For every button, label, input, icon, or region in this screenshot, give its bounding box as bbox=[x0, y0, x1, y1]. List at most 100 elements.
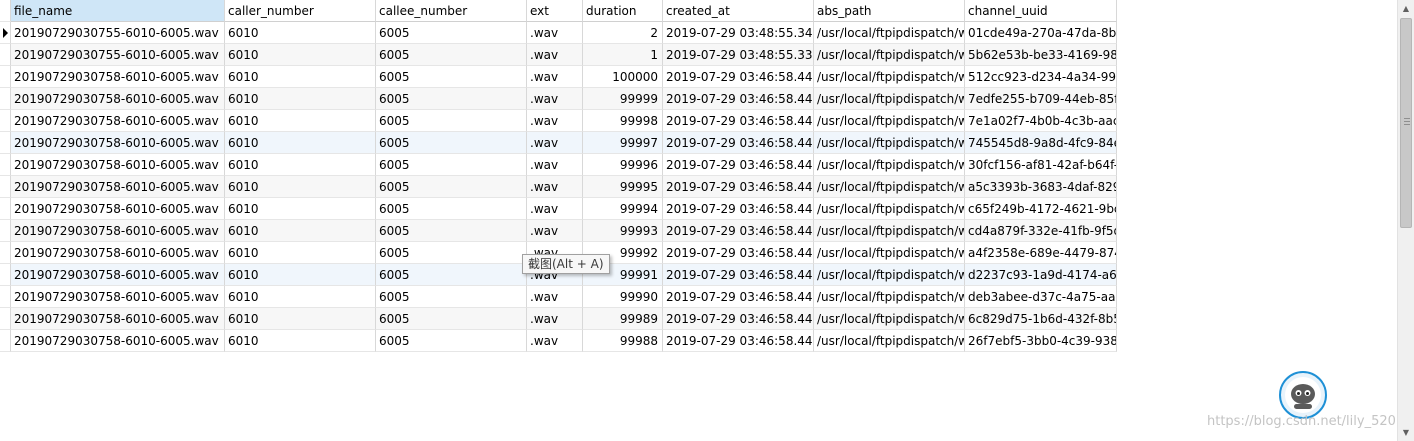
cell-abs-path[interactable]: /usr/local/ftpipdispatch/w bbox=[814, 22, 965, 44]
row-selector[interactable] bbox=[0, 88, 11, 110]
cell-duration[interactable]: 99995 bbox=[583, 176, 663, 198]
cell-duration[interactable]: 99998 bbox=[583, 110, 663, 132]
column-header-channel-uuid[interactable]: channel_uuid bbox=[965, 0, 1117, 22]
cell-callee-number[interactable]: 6005 bbox=[376, 66, 527, 88]
cell-channel-uuid[interactable]: c65f249b-4172-4621-9bc8 bbox=[965, 198, 1117, 220]
cell-created-at[interactable]: 2019-07-29 03:46:58.4489 bbox=[663, 176, 814, 198]
cell-ext[interactable]: .wav bbox=[527, 330, 583, 352]
table-row[interactable]: 20190729030758-6010-6005.wav 6010 6005 .wav… bbox=[0, 286, 1117, 308]
row-selector[interactable] bbox=[0, 220, 11, 242]
row-selector[interactable] bbox=[0, 110, 11, 132]
cell-created-at[interactable]: 2019-07-29 03:46:58.4488 bbox=[663, 198, 814, 220]
table-row[interactable]: 20190729030758-6010-6005.wav 6010 6005 .wav… bbox=[0, 110, 1117, 132]
cell-duration[interactable]: 2 bbox=[583, 22, 663, 44]
table-row[interactable]: 20190729030758-6010-6005.wav 6010 6005 .wav… bbox=[0, 330, 1117, 352]
cell-file-name[interactable]: 20190729030758-6010-6005.wav bbox=[11, 110, 225, 132]
cell-duration[interactable]: 99999 bbox=[583, 88, 663, 110]
cell-channel-uuid[interactable]: d2237c93-1a9d-4174-a64 bbox=[965, 264, 1117, 286]
cell-created-at[interactable]: 2019-07-29 03:48:55.3400 bbox=[663, 22, 814, 44]
vertical-scrollbar[interactable]: ▲ ▼ bbox=[1397, 0, 1414, 441]
cell-duration[interactable]: 1 bbox=[583, 44, 663, 66]
cell-channel-uuid[interactable]: a4f2358e-689e-4479-874c bbox=[965, 242, 1117, 264]
column-header-abs-path[interactable]: abs_path bbox=[814, 0, 965, 22]
cell-channel-uuid[interactable]: deb3abee-d37c-4a75-aaa bbox=[965, 286, 1117, 308]
cell-caller-number[interactable]: 6010 bbox=[225, 286, 376, 308]
cell-created-at[interactable]: 2019-07-29 03:46:58.4486 bbox=[663, 308, 814, 330]
cell-duration[interactable]: 100000 bbox=[583, 66, 663, 88]
column-header-caller-number[interactable]: caller_number bbox=[225, 0, 376, 22]
cell-callee-number[interactable]: 6005 bbox=[376, 330, 527, 352]
cell-ext[interactable]: .wav bbox=[527, 198, 583, 220]
cell-callee-number[interactable]: 6005 bbox=[376, 88, 527, 110]
cell-channel-uuid[interactable]: cd4a879f-332e-41fb-9f5d bbox=[965, 220, 1117, 242]
cell-callee-number[interactable]: 6005 bbox=[376, 22, 527, 44]
cell-ext[interactable]: .wav bbox=[527, 110, 583, 132]
cell-file-name[interactable]: 20190729030758-6010-6005.wav bbox=[11, 154, 225, 176]
table-row[interactable]: 20190729030758-6010-6005.wav 6010 6005 .wav… bbox=[0, 154, 1117, 176]
row-selector[interactable] bbox=[0, 44, 11, 66]
column-header-created-at[interactable]: created_at bbox=[663, 0, 814, 22]
cell-channel-uuid[interactable]: 7edfe255-b709-44eb-85f8 bbox=[965, 88, 1117, 110]
column-header-file-name[interactable]: file_name bbox=[11, 0, 225, 22]
cell-caller-number[interactable]: 6010 bbox=[225, 242, 376, 264]
cell-callee-number[interactable]: 6005 bbox=[376, 110, 527, 132]
cell-abs-path[interactable]: /usr/local/ftpipdispatch/w bbox=[814, 264, 965, 286]
cell-caller-number[interactable]: 6010 bbox=[225, 22, 376, 44]
cell-callee-number[interactable]: 6005 bbox=[376, 264, 527, 286]
cell-callee-number[interactable]: 6005 bbox=[376, 308, 527, 330]
cell-duration[interactable]: 99997 bbox=[583, 132, 663, 154]
cell-created-at[interactable]: 2019-07-29 03:46:58.4491 bbox=[663, 66, 814, 88]
table-row[interactable]: 20190729030755-6010-6005.wav 6010 6005 .wav… bbox=[0, 44, 1117, 66]
cell-file-name[interactable]: 20190729030755-6010-6005.wav bbox=[11, 22, 225, 44]
cell-duration[interactable]: 99994 bbox=[583, 198, 663, 220]
cell-file-name[interactable]: 20190729030758-6010-6005.wav bbox=[11, 198, 225, 220]
cell-abs-path[interactable]: /usr/local/ftpipdispatch/w bbox=[814, 66, 965, 88]
cell-channel-uuid[interactable]: 7e1a02f7-4b0b-4c3b-aac5 bbox=[965, 110, 1117, 132]
cell-file-name[interactable]: 20190729030758-6010-6005.wav bbox=[11, 220, 225, 242]
cell-caller-number[interactable]: 6010 bbox=[225, 132, 376, 154]
row-selector[interactable] bbox=[0, 154, 11, 176]
cell-abs-path[interactable]: /usr/local/ftpipdispatch/w bbox=[814, 88, 965, 110]
cell-file-name[interactable]: 20190729030758-6010-6005.wav bbox=[11, 330, 225, 352]
cell-callee-number[interactable]: 6005 bbox=[376, 154, 527, 176]
cell-ext[interactable]: .wav bbox=[527, 88, 583, 110]
scroll-thumb[interactable] bbox=[1400, 18, 1412, 228]
cell-created-at[interactable]: 2019-07-29 03:46:58.4490 bbox=[663, 88, 814, 110]
cell-duration[interactable]: 99989 bbox=[583, 308, 663, 330]
cell-channel-uuid[interactable]: 5b62e53b-be33-4169-983 bbox=[965, 44, 1117, 66]
cell-ext[interactable]: .wav bbox=[527, 22, 583, 44]
cell-file-name[interactable]: 20190729030758-6010-6005.wav bbox=[11, 132, 225, 154]
chevron-up-icon[interactable]: ▲ bbox=[1398, 0, 1414, 17]
cell-created-at[interactable]: 2019-07-29 03:46:58.4490 bbox=[663, 132, 814, 154]
cell-file-name[interactable]: 20190729030758-6010-6005.wav bbox=[11, 264, 225, 286]
cell-caller-number[interactable]: 6010 bbox=[225, 44, 376, 66]
cell-caller-number[interactable]: 6010 bbox=[225, 308, 376, 330]
cell-ext[interactable]: .wav bbox=[527, 286, 583, 308]
table-row[interactable]: 20190729030758-6010-6005.wav 6010 6005 .wav… bbox=[0, 308, 1117, 330]
cell-caller-number[interactable]: 6010 bbox=[225, 198, 376, 220]
cell-file-name[interactable]: 20190729030758-6010-6005.wav bbox=[11, 66, 225, 88]
row-selector[interactable] bbox=[0, 286, 11, 308]
cell-abs-path[interactable]: /usr/local/ftpipdispatch/w bbox=[814, 308, 965, 330]
column-header-duration[interactable]: duration bbox=[583, 0, 663, 22]
row-selector[interactable] bbox=[0, 264, 11, 286]
cell-callee-number[interactable]: 6005 bbox=[376, 198, 527, 220]
row-selector[interactable] bbox=[0, 22, 11, 44]
cell-abs-path[interactable]: /usr/local/ftpipdispatch/w bbox=[814, 242, 965, 264]
chevron-down-icon[interactable]: ▼ bbox=[1398, 424, 1414, 441]
cell-channel-uuid[interactable]: 26f7ebf5-3bb0-4c39-9385 bbox=[965, 330, 1117, 352]
cell-callee-number[interactable]: 6005 bbox=[376, 132, 527, 154]
cell-caller-number[interactable]: 6010 bbox=[225, 330, 376, 352]
cell-caller-number[interactable]: 6010 bbox=[225, 220, 376, 242]
cell-caller-number[interactable]: 6010 bbox=[225, 176, 376, 198]
cell-abs-path[interactable]: /usr/local/ftpipdispatch/w bbox=[814, 286, 965, 308]
row-selector[interactable] bbox=[0, 66, 11, 88]
cell-channel-uuid[interactable]: a5c3393b-3683-4daf-829 bbox=[965, 176, 1117, 198]
cell-callee-number[interactable]: 6005 bbox=[376, 286, 527, 308]
cell-caller-number[interactable]: 6010 bbox=[225, 264, 376, 286]
cell-channel-uuid[interactable]: 6c829d75-1b6d-432f-8b5 bbox=[965, 308, 1117, 330]
cell-file-name[interactable]: 20190729030755-6010-6005.wav bbox=[11, 44, 225, 66]
cell-caller-number[interactable]: 6010 bbox=[225, 110, 376, 132]
cell-ext[interactable]: .wav bbox=[527, 176, 583, 198]
robot-icon[interactable] bbox=[1279, 371, 1327, 419]
